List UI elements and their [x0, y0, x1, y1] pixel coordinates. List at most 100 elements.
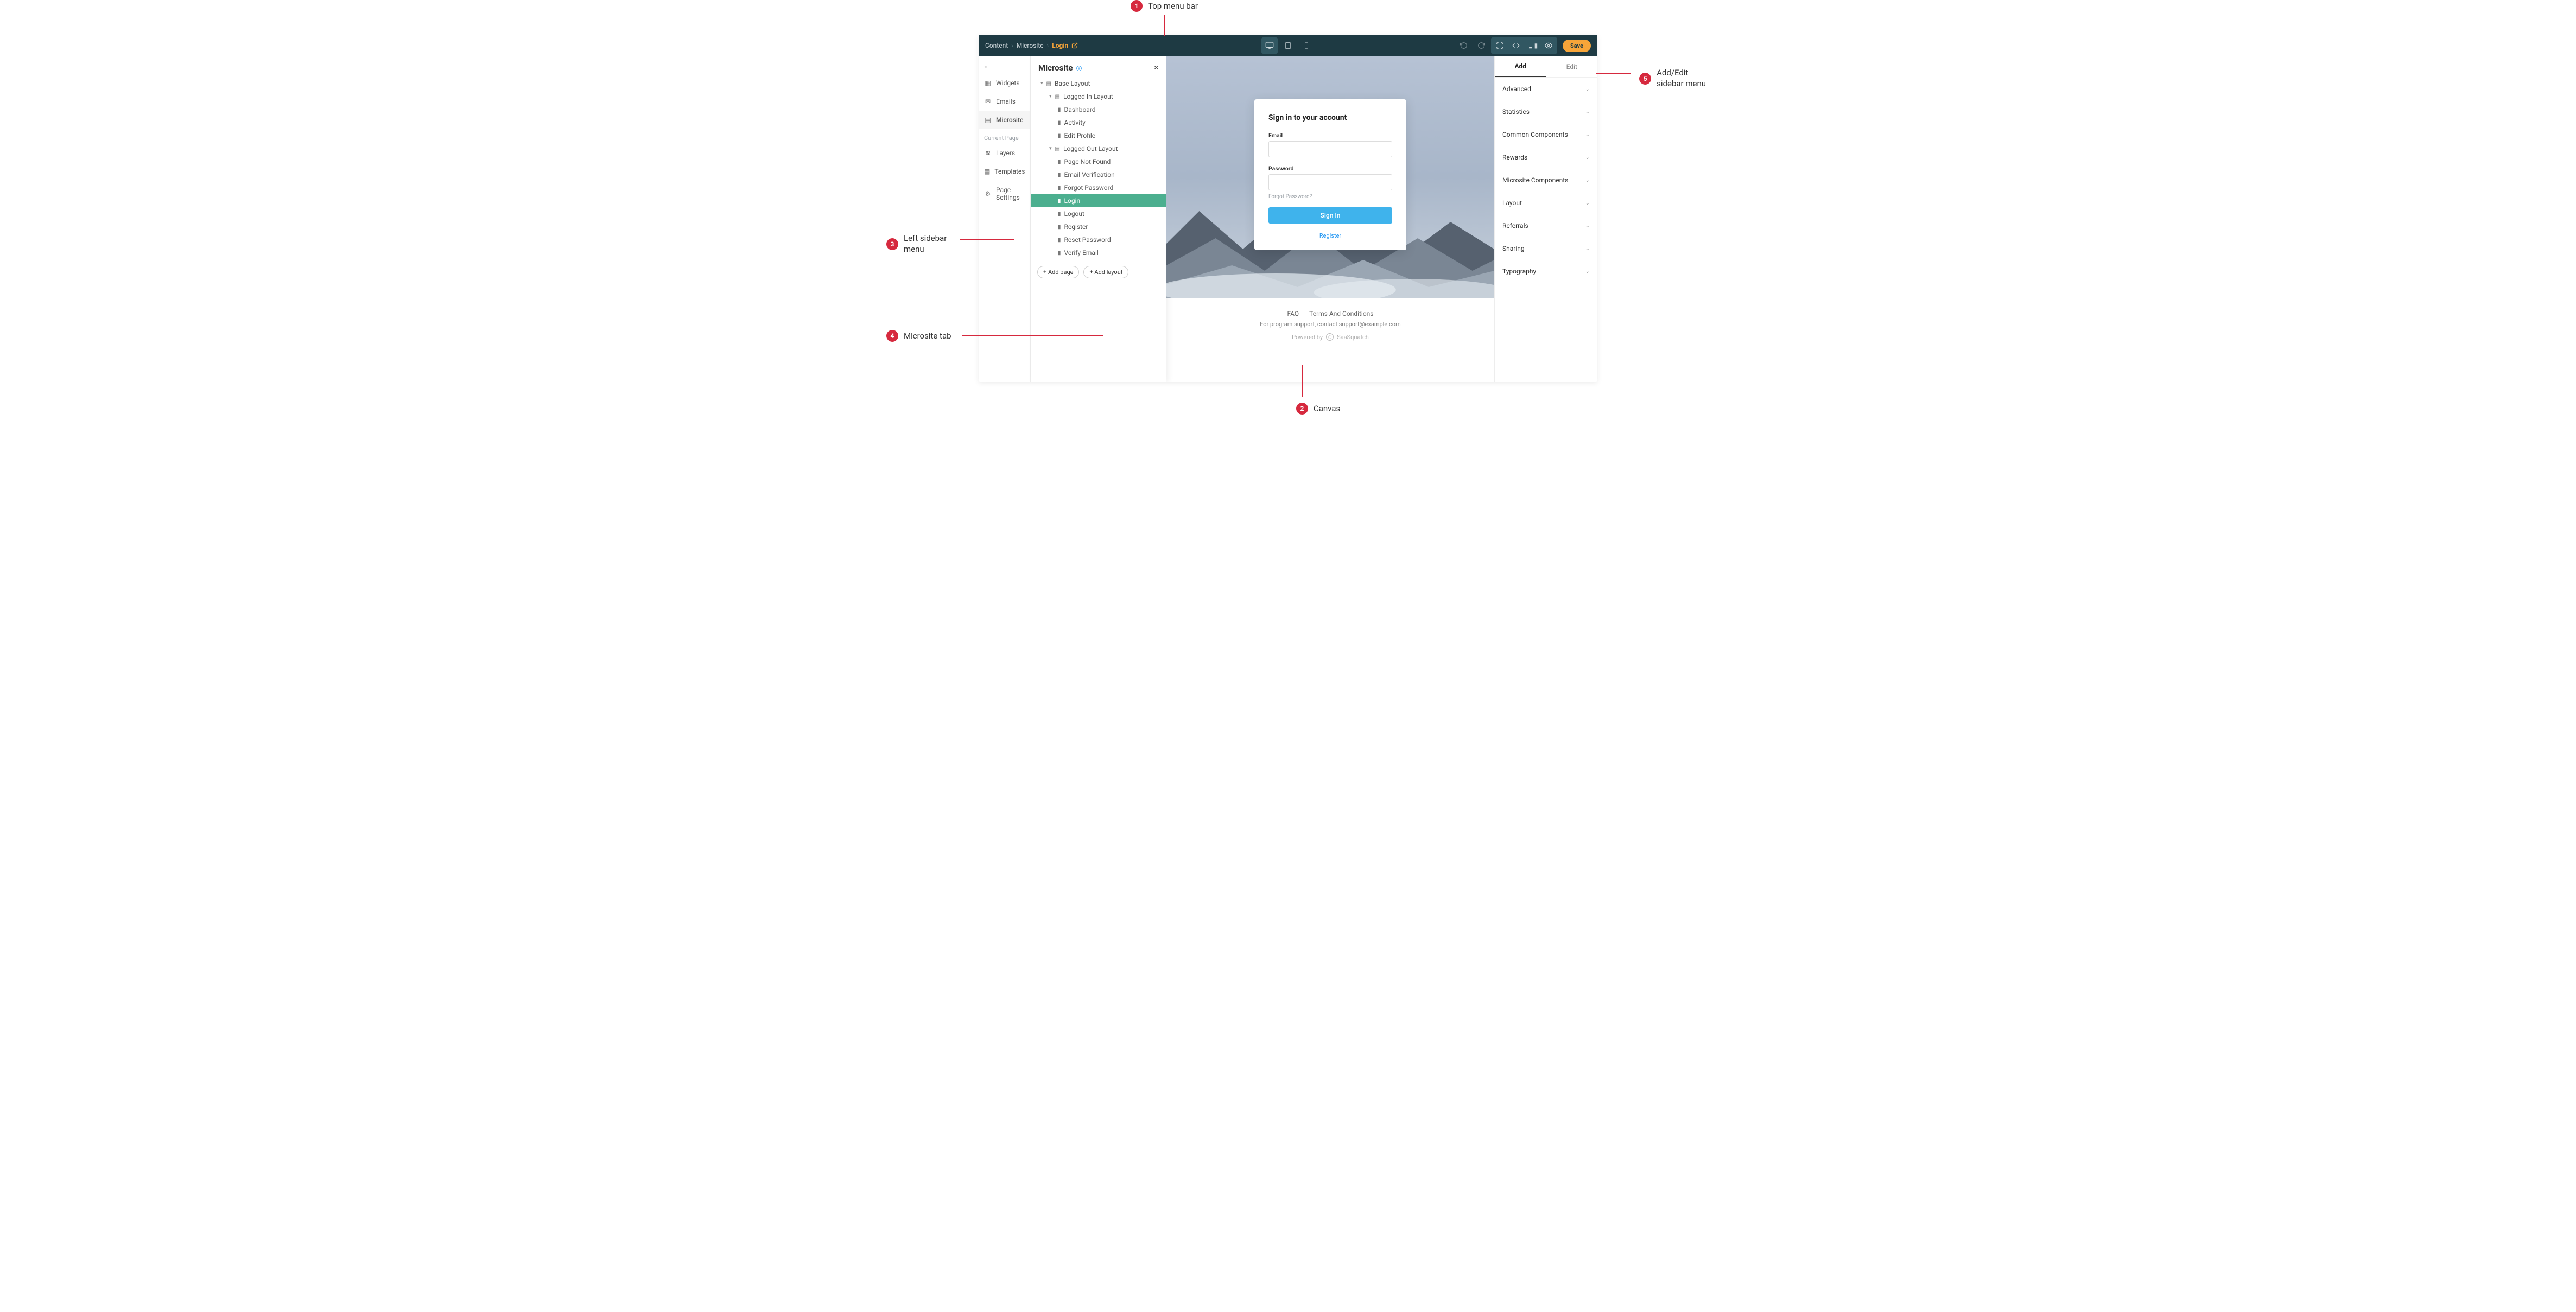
tree-dashboard[interactable]: ▮Dashboard [1031, 103, 1166, 116]
crumb-sep: › [1047, 42, 1049, 49]
chevron-down-icon: ⌄ [1585, 132, 1590, 138]
breadcrumb: Content › Microsite › Login [985, 42, 1078, 49]
acc-layout[interactable]: Layout⌄ [1495, 192, 1597, 214]
tree-verify-email[interactable]: ▮Verify Email [1031, 246, 1166, 259]
tree-login[interactable]: ▮Login [1031, 194, 1166, 207]
annotation-label-4: Microsite tab [904, 331, 951, 341]
tree-base-layout[interactable]: ▾▤Base Layout [1031, 77, 1166, 90]
chevron-down-icon: ⌄ [1585, 269, 1590, 275]
collapse-sidebar-button[interactable]: « [979, 60, 1030, 74]
desktop-view-button[interactable] [1261, 37, 1278, 54]
fullscreen-button[interactable] [1492, 39, 1507, 53]
acc-microsite-components[interactable]: Microsite Components⌄ [1495, 169, 1597, 192]
rail-templates[interactable]: ▤Templates [979, 162, 1030, 181]
acc-referrals[interactable]: Referrals⌄ [1495, 214, 1597, 237]
sign-in-button[interactable]: Sign In [1268, 207, 1392, 224]
annotation-num-3: 3 [886, 238, 898, 250]
acc-typography[interactable]: Typography⌄ [1495, 260, 1597, 283]
preview-button[interactable] [1541, 39, 1556, 53]
tab-add[interactable]: Add [1495, 56, 1546, 77]
rail-layers[interactable]: ≋Layers [979, 144, 1030, 162]
login-card: Sign in to your account Email Password F… [1254, 99, 1406, 250]
rail-microsite[interactable]: ▤Microsite [979, 111, 1030, 129]
password-label: Password [1268, 165, 1392, 172]
chevron-down-icon: ⌄ [1585, 200, 1590, 206]
faq-link[interactable]: FAQ [1287, 310, 1299, 317]
tree-reset-password[interactable]: ▮Reset Password [1031, 233, 1166, 246]
code-view-button[interactable] [1508, 39, 1524, 53]
password-input[interactable] [1268, 174, 1392, 190]
annotation-num-1: 1 [1131, 0, 1143, 12]
forgot-password-link[interactable]: Forgot Password? [1268, 194, 1392, 200]
rail-section-current: Current Page [979, 129, 1030, 144]
viewport-toggles [1261, 37, 1315, 54]
rail-emails[interactable]: ✉Emails [979, 92, 1030, 111]
save-button[interactable]: Save [1563, 40, 1591, 52]
tree-forgot-password[interactable]: ▮Forgot Password [1031, 181, 1166, 194]
annotation-3: 3 Left sidebarmenu [886, 233, 947, 254]
canvas-footer-links: FAQ Terms And Conditions [1166, 298, 1494, 321]
mail-icon: ✉ [984, 98, 992, 105]
annotation-label-2: Canvas [1314, 404, 1340, 413]
crumb-content[interactable]: Content [985, 42, 1008, 49]
tablet-view-button[interactable] [1280, 37, 1296, 54]
crumb-sep: › [1011, 42, 1013, 49]
widgets-icon: ▦ [984, 79, 992, 87]
tree-page-not-found[interactable]: ▮Page Not Found [1031, 155, 1166, 168]
undo-button[interactable] [1456, 39, 1471, 53]
tree-email-verification[interactable]: ▮Email Verification [1031, 168, 1166, 181]
microsite-icon: ▤ [984, 116, 992, 124]
register-link[interactable]: Register [1268, 232, 1392, 239]
email-input[interactable] [1268, 141, 1392, 157]
tree-title: Microsite [1038, 63, 1073, 73]
annotation-num-5: 5 [1639, 73, 1651, 85]
templates-icon: ▤ [984, 168, 990, 175]
left-sidebar-menu: « ▦Widgets ✉Emails ▤Microsite Current Pa… [979, 56, 1031, 382]
redo-button[interactable] [1474, 39, 1489, 53]
annotation-2: Canvas 2 [1296, 403, 1340, 415]
add-page-button[interactable]: + Add page [1037, 266, 1079, 278]
chevron-down-icon: ⌄ [1585, 109, 1590, 115]
acc-sharing[interactable]: Sharing⌄ [1495, 237, 1597, 260]
rail-widgets[interactable]: ▦Widgets [979, 74, 1030, 92]
powered-by: Powered by ⬡ SaaSquatch [1166, 333, 1494, 357]
tree-activity[interactable]: ▮Activity [1031, 116, 1166, 129]
chevron-down-icon: ⌄ [1585, 86, 1590, 92]
help-icon[interactable]: ⓘ [1075, 66, 1082, 72]
crumb-microsite[interactable]: Microsite [1017, 42, 1044, 49]
acc-rewards[interactable]: Rewards⌄ [1495, 146, 1597, 169]
tree-logged-in-layout[interactable]: ▾▤Logged In Layout [1031, 90, 1166, 103]
annotation-num-4: 4 [886, 330, 898, 342]
tree-logged-out-layout[interactable]: ▾▤Logged Out Layout [1031, 142, 1166, 155]
close-icon[interactable]: × [1154, 63, 1158, 72]
annotation-5: Add/Editsidebar menu 5 [1639, 68, 1706, 89]
terms-link[interactable]: Terms And Conditions [1309, 310, 1373, 317]
acc-advanced[interactable]: Advanced⌄ [1495, 78, 1597, 100]
chevron-down-icon: ⌄ [1585, 155, 1590, 161]
card-title: Sign in to your account [1268, 113, 1392, 122]
external-link-icon[interactable] [1071, 42, 1078, 49]
add-layout-button[interactable]: + Add layout [1083, 266, 1128, 278]
brand-logo-icon: ⬡ [1326, 333, 1334, 341]
top-menu-bar: Content › Microsite › Login ▮ [979, 35, 1597, 56]
microsite-tree-panel: Microsite ⓘ × ▾▤Base Layout ▾▤Logged In … [1031, 56, 1166, 382]
acc-common-components[interactable]: Common Components⌄ [1495, 123, 1597, 146]
settings-brush-button[interactable]: ▮ [1525, 39, 1540, 53]
crumb-login[interactable]: Login [1052, 42, 1068, 49]
acc-statistics[interactable]: Statistics⌄ [1495, 100, 1597, 123]
tree-edit-profile[interactable]: ▮Edit Profile [1031, 129, 1166, 142]
tree-logout[interactable]: ▮Logout [1031, 207, 1166, 220]
mobile-view-button[interactable] [1298, 37, 1315, 54]
rail-page-settings[interactable]: ⚙PageSettings [979, 181, 1030, 207]
chevron-down-icon: ⌄ [1585, 177, 1590, 183]
editor-window: Content › Microsite › Login ▮ [979, 35, 1597, 382]
layers-icon: ≋ [984, 149, 992, 157]
canvas-hero: Sign in to your account Email Password F… [1166, 56, 1494, 298]
tree-register[interactable]: ▮Register [1031, 220, 1166, 233]
chevron-down-icon: ⌄ [1585, 223, 1590, 229]
chevron-down-icon: ⌄ [1585, 246, 1590, 252]
right-sidebar: Add Edit Advanced⌄ Statistics⌄ Common Co… [1494, 56, 1597, 382]
annotation-4: 4 Microsite tab [886, 330, 951, 342]
tab-edit[interactable]: Edit [1546, 56, 1598, 77]
canvas[interactable]: Sign in to your account Email Password F… [1166, 56, 1494, 382]
